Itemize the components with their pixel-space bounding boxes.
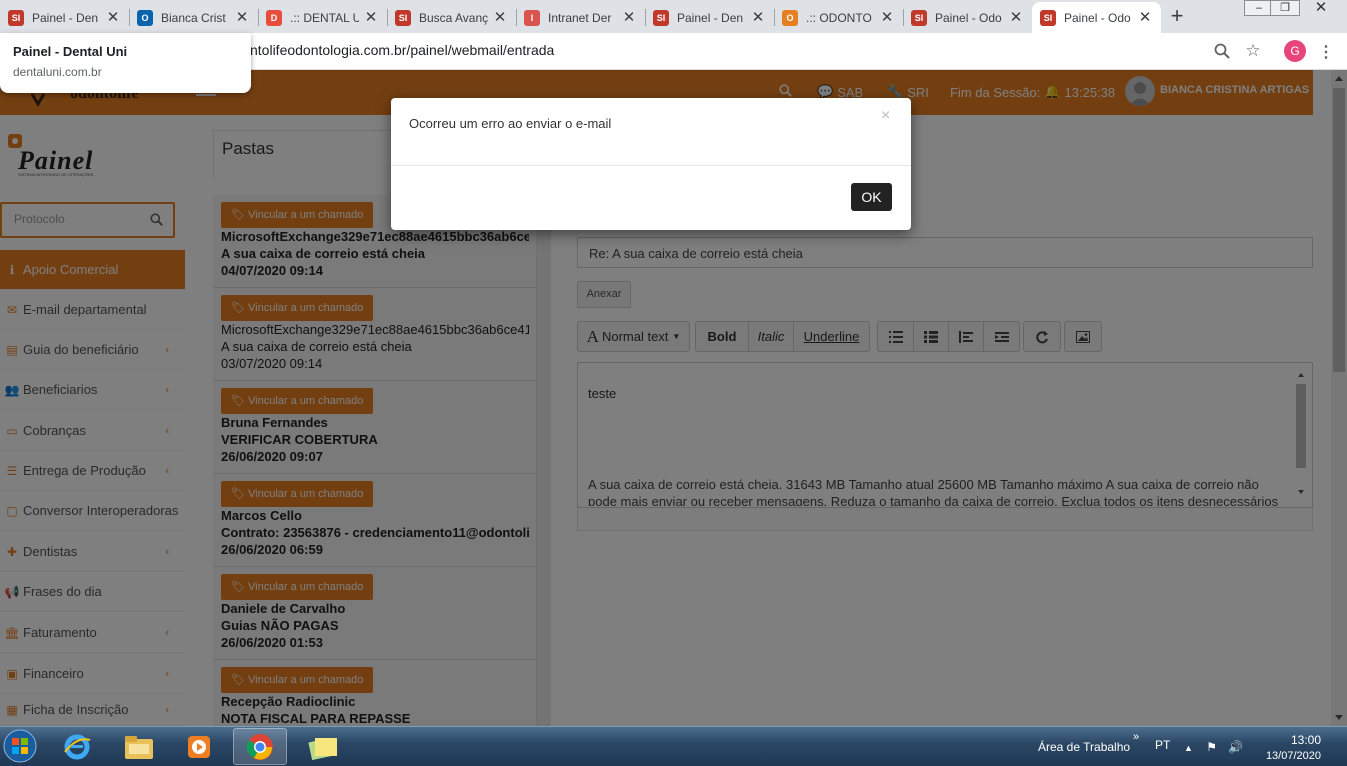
- tab-title: Painel - Odo: [1064, 10, 1131, 25]
- desktop-toolbar-label[interactable]: Área de Trabalho: [1038, 740, 1130, 754]
- tab-title: Intranet Der: [548, 10, 612, 25]
- browser-tab[interactable]: SI Painel - Odo ✕: [903, 2, 1032, 33]
- close-tab-icon[interactable]: ✕: [1008, 9, 1024, 26]
- bookmark-star-icon[interactable]: ☆: [1243, 41, 1263, 61]
- browser-tab[interactable]: SI Painel - Den ✕: [0, 2, 129, 33]
- tab-title: Painel - Odo: [935, 10, 1002, 25]
- tab-separator: [645, 9, 646, 26]
- tab-separator: [774, 9, 775, 26]
- tab-title: .:: ODONTO: [806, 10, 872, 25]
- dialog-divider: [391, 165, 911, 166]
- tab-title: Bianca Crist: [161, 10, 226, 25]
- browser-tab[interactable]: SI Busca Avanç ✕: [387, 2, 516, 33]
- internet-explorer-icon[interactable]: [50, 728, 104, 765]
- browser-tab[interactable]: D .:: DENTAL U ✕: [258, 2, 387, 33]
- dialog-close-icon[interactable]: ×: [881, 107, 890, 125]
- volume-icon[interactable]: 🔊: [1228, 740, 1243, 754]
- system-tray: ▲ ⚑ 🔊: [1184, 740, 1243, 754]
- close-tab-icon[interactable]: ✕: [1137, 9, 1153, 26]
- language-indicator[interactable]: PT: [1155, 738, 1170, 752]
- start-button[interactable]: [2, 727, 38, 765]
- maximize-button[interactable]: ❐: [1270, 0, 1300, 16]
- tray-expand-icon[interactable]: ▲: [1184, 743, 1193, 753]
- media-player-icon[interactable]: [172, 728, 226, 765]
- tab-title: .:: DENTAL U: [290, 10, 359, 25]
- dialog-message: Ocorreu um erro ao enviar o e-mail: [409, 116, 612, 131]
- chrome-icon[interactable]: [233, 728, 287, 765]
- tab-title: Busca Avanç: [419, 10, 488, 25]
- clock-date[interactable]: 13/07/2020: [1263, 750, 1321, 762]
- browser-tab[interactable]: SI Painel - Odo ✕: [1032, 2, 1161, 33]
- outlook-favicon-icon: O: [137, 9, 153, 26]
- painel-favicon-icon: SI: [8, 9, 24, 26]
- tab-title: Painel - Den: [677, 10, 744, 25]
- new-tab-button[interactable]: +: [1163, 4, 1191, 30]
- close-tab-icon[interactable]: ✕: [492, 9, 508, 26]
- browser-tab[interactable]: O .:: ODONTO ✕: [774, 2, 903, 33]
- close-tab-icon[interactable]: ✕: [363, 9, 379, 26]
- tab-title: Painel - Den: [32, 10, 99, 25]
- browser-tab[interactable]: I Intranet Der ✕: [516, 2, 645, 33]
- dental-favicon-icon: D: [266, 9, 282, 26]
- close-tab-icon[interactable]: ✕: [234, 9, 250, 26]
- sticky-notes-icon[interactable]: [296, 728, 350, 765]
- profile-avatar[interactable]: G: [1284, 40, 1306, 62]
- painel-favicon-icon: SI: [653, 9, 669, 26]
- action-center-flag-icon[interactable]: ⚑: [1206, 740, 1217, 754]
- browser-tab[interactable]: SI Painel - Den ✕: [645, 2, 774, 33]
- close-tab-icon[interactable]: ✕: [750, 9, 766, 26]
- tab-separator: [129, 9, 130, 26]
- hover-card-url: dentaluni.com.br: [13, 65, 102, 79]
- tab-separator: [387, 9, 388, 26]
- browser-menu-icon[interactable]: ⋮: [1318, 42, 1334, 62]
- odonto-favicon-icon: O: [782, 9, 798, 26]
- tab-separator: [258, 9, 259, 26]
- close-tab-icon[interactable]: ✕: [621, 9, 637, 26]
- painel-favicon-icon: SI: [1040, 9, 1056, 26]
- clock-time[interactable]: 13:00: [1263, 733, 1321, 747]
- hover-card-title: Painel - Dental Uni: [13, 44, 128, 59]
- browser-tab[interactable]: O Bianca Crist ✕: [129, 2, 258, 33]
- close-tab-icon[interactable]: ✕: [105, 9, 121, 26]
- tab-separator: [516, 9, 517, 26]
- close-tab-icon[interactable]: ✕: [879, 9, 895, 26]
- tab-hover-card: Painel - Dental Uni dentaluni.com.br: [0, 33, 251, 93]
- painel-favicon-icon: SI: [911, 9, 927, 26]
- zoom-icon[interactable]: [1212, 41, 1232, 61]
- tab-separator: [903, 9, 904, 26]
- window-close-button[interactable]: ✕: [1308, 0, 1334, 16]
- painel-favicon-icon: SI: [395, 9, 411, 26]
- dialog-ok-button[interactable]: OK: [851, 183, 892, 211]
- file-explorer-icon[interactable]: [112, 728, 166, 765]
- intranet-favicon-icon: I: [524, 9, 540, 26]
- toolbar-expand-icon[interactable]: »: [1133, 731, 1139, 743]
- address-bar[interactable]: ntolifeodontologia.com.br/painel/webmail…: [250, 42, 554, 58]
